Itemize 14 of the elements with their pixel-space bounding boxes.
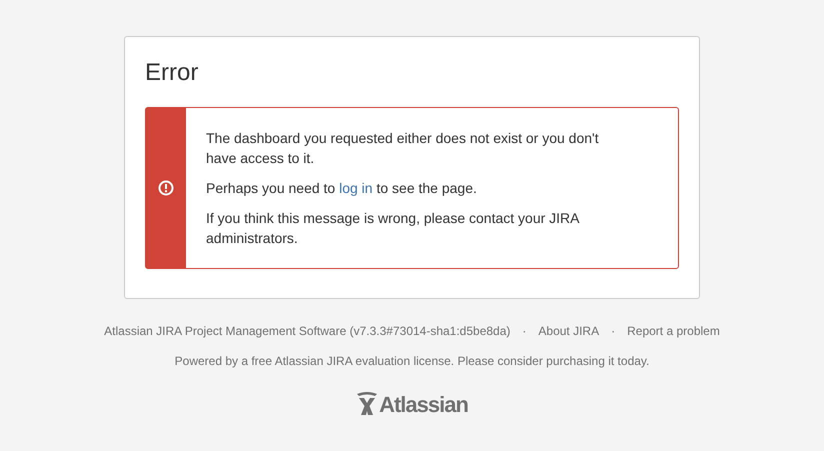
footer-link[interactable]: About JIRA [538,323,600,339]
message-text: If you think this message is wrong, please contact your JIRA administrators. [206,209,580,248]
license-text: Powered by a free Atlassian JIRA evaluation license. Please consider purchasing it today. [174,353,650,369]
separator-dot: · [610,323,616,339]
logo-mark-icon [356,391,378,417]
logo-text: Atlassian [379,393,468,417]
message-text: Perhaps you need to log in to see the page. [206,179,478,198]
version-text: Atlassian JIRA Project Management Software (v7.3.3#73014-sha1:d5be8da) [104,323,510,339]
login-link[interactable]: log in [339,180,373,196]
message-text: The dashboard you requested either does not exist or you don't have access to it. [206,129,600,168]
error-icon [158,180,174,196]
card-title: Error [145,59,200,87]
footer-link[interactable]: Report a problem [627,323,720,339]
separator-dot: · [521,323,528,339]
